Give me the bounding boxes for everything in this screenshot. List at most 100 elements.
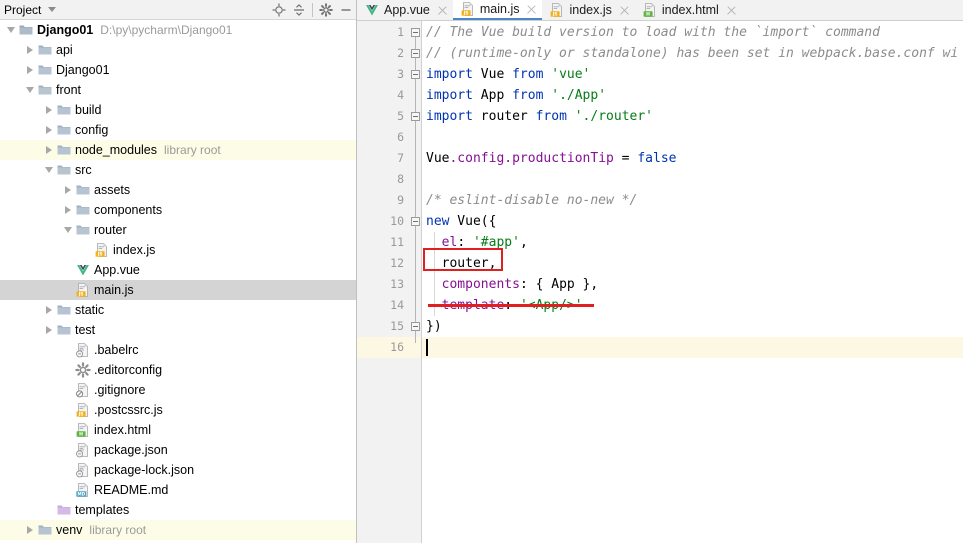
tree-item-icon: JS — [74, 280, 91, 300]
tree-item-icon — [36, 520, 53, 540]
editor-tab-main-js[interactable]: JS main.js — [452, 0, 543, 20]
editor-tab-index-js[interactable]: JS index.js — [542, 0, 635, 20]
close-icon[interactable] — [726, 5, 737, 16]
code-line[interactable]: // The Vue build version to load with th… — [426, 22, 880, 43]
tree-row--babelrc[interactable]: .babelrc — [0, 340, 356, 360]
tree-row-app-vue[interactable]: App.vue — [0, 260, 356, 280]
code-line[interactable]: import App from './App' — [426, 85, 606, 106]
collapse-all-icon[interactable] — [289, 1, 309, 19]
fold-toggle-icon[interactable] — [411, 322, 420, 331]
tree-row-assets[interactable]: assets — [0, 180, 356, 200]
chevron-right-icon[interactable] — [42, 140, 55, 160]
hide-panel-icon[interactable] — [336, 1, 356, 19]
tree-row-node-modules[interactable]: node_modules library root — [0, 140, 356, 160]
editor-gutter[interactable]: 1 2 3 4 5 6 7 8 9 10 11 12 13 14 15 16 — [357, 21, 410, 543]
tree-row-static[interactable]: static — [0, 300, 356, 320]
chevron-down-icon[interactable] — [42, 160, 55, 180]
tree-item-icon — [55, 300, 72, 320]
chevron-down-icon[interactable] — [61, 220, 74, 240]
tree-item-secondary-label: D:\py\pycharm\Django01 — [100, 23, 233, 37]
chevron-right-icon[interactable] — [61, 200, 74, 220]
chevron-down-icon[interactable] — [4, 20, 17, 40]
tree-row-main-js[interactable]: JS main.js — [0, 280, 356, 300]
locate-in-tree-icon[interactable] — [269, 1, 289, 19]
tree-row-index-js[interactable]: JS index.js — [0, 240, 356, 260]
code-text-area[interactable]: // The Vue build version to load with th… — [422, 21, 963, 543]
code-line[interactable]: components: { App }, — [426, 274, 599, 295]
folder-icon — [56, 162, 72, 178]
tree-item-icon: JS — [74, 400, 91, 420]
editor-fold-strip[interactable] — [410, 21, 422, 543]
project-panel-title: Project — [4, 2, 42, 17]
settings-gear-icon[interactable] — [316, 1, 336, 19]
tree-row-components[interactable]: components — [0, 200, 356, 220]
tree-item-label: .postcssrc.js — [94, 403, 163, 417]
tree-row-readme-md[interactable]: MD README.md — [0, 480, 356, 500]
close-icon[interactable] — [437, 5, 448, 16]
fold-toggle-icon[interactable] — [411, 112, 420, 121]
code-line[interactable]: new Vue({ — [426, 211, 496, 232]
tree-row--postcssrc-js[interactable]: JS .postcssrc.js — [0, 400, 356, 420]
tree-row-test[interactable]: test — [0, 320, 356, 340]
editor-tab-app-vue[interactable]: App.vue — [357, 0, 453, 20]
code-token: from — [535, 109, 567, 124]
code-line[interactable]: /* eslint-disable no-new */ — [426, 190, 637, 211]
close-icon[interactable] — [526, 4, 537, 15]
editor-tab-index-html[interactable]: Hindex.html — [634, 0, 742, 20]
fold-toggle-icon[interactable] — [411, 49, 420, 58]
code-token: Vue({ — [449, 214, 497, 229]
code-token: el — [441, 235, 458, 250]
code-token: template — [441, 298, 505, 313]
tab-file-icon: JS — [460, 1, 476, 17]
project-file-tree[interactable]: Django01 D:\py\pycharm\Django01 api Django0… — [0, 20, 356, 543]
chevron-right-icon[interactable] — [42, 300, 55, 320]
folder-icon — [37, 42, 53, 58]
tree-row-django01[interactable]: Django01 — [0, 60, 356, 80]
tree-row-config[interactable]: config — [0, 120, 356, 140]
code-token: from — [512, 67, 544, 82]
tree-row-package-json[interactable]: package.json — [0, 440, 356, 460]
tree-row-django01[interactable]: Django01 D:\py\pycharm\Django01 — [0, 20, 356, 40]
line-number: 1 — [397, 25, 404, 39]
tree-row-api[interactable]: api — [0, 40, 356, 60]
close-icon[interactable] — [619, 5, 630, 16]
tree-row-index-html[interactable]: Hindex.html — [0, 420, 356, 440]
code-line[interactable]: template: '<App/>' — [426, 295, 583, 316]
chevron-right-icon[interactable] — [23, 520, 36, 540]
tree-row-package-lock-json[interactable]: package-lock.json — [0, 460, 356, 480]
code-line[interactable]: // (runtime-only or standalone) has been… — [426, 43, 958, 64]
chevron-right-icon[interactable] — [42, 320, 55, 340]
tree-row-router[interactable]: router — [0, 220, 356, 240]
tree-item-icon: MD — [74, 480, 91, 500]
code-line[interactable]: }) — [426, 316, 442, 337]
tree-row-front[interactable]: front — [0, 80, 356, 100]
fold-toggle-icon[interactable] — [411, 217, 420, 226]
line-number: 15 — [390, 319, 404, 333]
chevron-right-icon[interactable] — [23, 40, 36, 60]
code-line[interactable]: import router from './router' — [426, 106, 653, 127]
code-editor[interactable]: 1 2 3 4 5 6 7 8 9 10 11 12 13 14 15 16 // The Vue build… — [357, 21, 963, 543]
tree-row-templates[interactable]: templates — [0, 500, 356, 520]
code-line[interactable]: Vue.config.productionTip = false — [426, 148, 676, 169]
chevron-right-icon[interactable] — [42, 120, 55, 140]
code-line[interactable]: import Vue from 'vue' — [426, 64, 590, 85]
tree-row--gitignore[interactable]: .gitignore — [0, 380, 356, 400]
tree-row--editorconfig[interactable]: .editorconfig — [0, 360, 356, 380]
fold-toggle-icon[interactable] — [411, 28, 420, 37]
chevron-right-icon[interactable] — [61, 180, 74, 200]
tree-row-build[interactable]: build — [0, 100, 356, 120]
svg-text:JS: JS — [552, 12, 558, 18]
chevron-down-icon[interactable] — [48, 7, 57, 12]
chevron-down-icon[interactable] — [23, 80, 36, 100]
tab-file-icon: H — [642, 2, 658, 18]
svg-text:JS: JS — [77, 412, 83, 418]
tree-row-venv[interactable]: venv library root — [0, 520, 356, 540]
tree-row-src[interactable]: src — [0, 160, 356, 180]
fold-toggle-icon[interactable] — [411, 70, 420, 79]
tree-item-icon — [74, 260, 91, 280]
code-line[interactable]: router, — [426, 253, 497, 274]
code-line[interactable]: el: '#app', — [426, 232, 528, 253]
chevron-right-icon[interactable] — [42, 100, 55, 120]
tree-item-icon — [74, 360, 91, 380]
chevron-right-icon[interactable] — [23, 60, 36, 80]
